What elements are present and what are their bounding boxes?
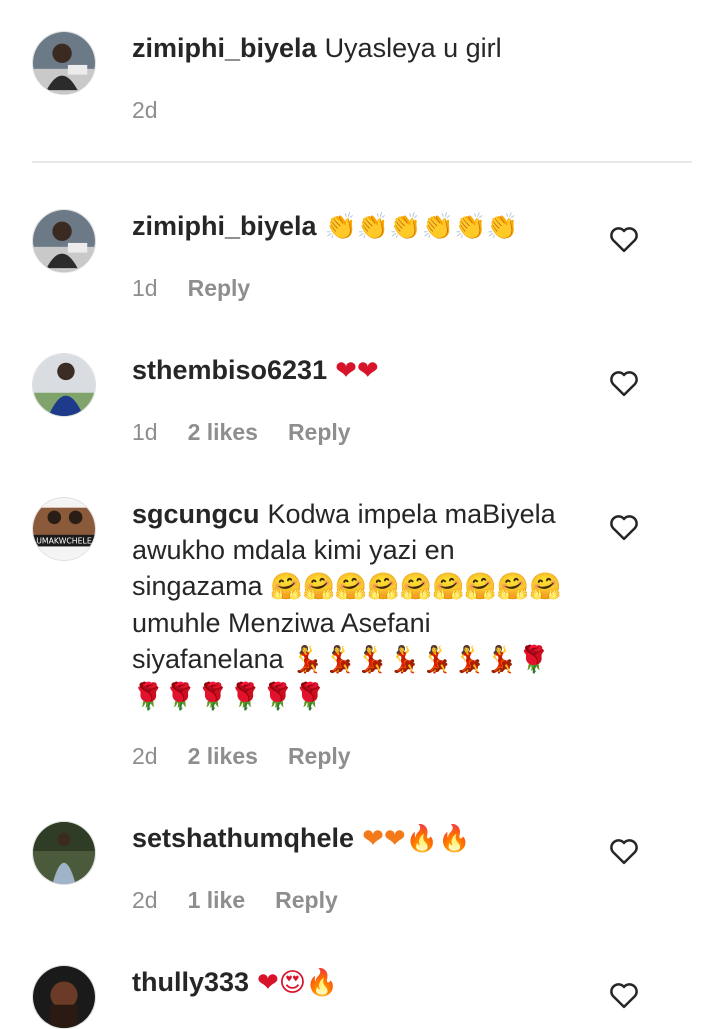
comment-username[interactable]: sthembiso6231 [132, 355, 327, 385]
comment-username[interactable]: zimiphi_biyela [132, 211, 317, 241]
likes-count[interactable]: 1 like [188, 887, 246, 914]
heart-outline-icon[interactable] [609, 981, 639, 1009]
comment-time: 2d [132, 887, 158, 913]
comment-text-block: setshathumqhele ❤❤🔥🔥 [132, 820, 572, 857]
comment-meta: 1d 2 likes Reply [132, 419, 351, 446]
heart-outline-icon[interactable] [609, 513, 639, 541]
likes-count[interactable]: 2 likes [188, 419, 258, 446]
reply-button[interactable]: Reply [288, 419, 351, 446]
heart-outline-icon[interactable] [609, 837, 639, 865]
heart-outline-icon[interactable] [609, 369, 639, 397]
likes-count[interactable]: 2 likes [188, 743, 258, 770]
avatar[interactable] [32, 353, 96, 417]
comment-text-block: zimiphi_biyela 👏👏👏👏👏👏 [132, 208, 572, 245]
comment-meta: 2d [132, 97, 158, 124]
comment-username[interactable]: sgcungcu [132, 499, 260, 529]
comment-emoji: ❤😍🔥 [257, 968, 339, 998]
avatar[interactable] [32, 209, 96, 273]
divider [32, 161, 692, 163]
avatar[interactable]: UMAKWCHELE [32, 497, 96, 561]
comment-emoji: 🤗🤗🤗🤗🤗🤗🤗🤗🤗 [270, 572, 562, 602]
comment-text: Uyasleya u girl [324, 33, 502, 63]
comment-time: 2d [132, 743, 158, 769]
comment-meta: 2d 1 like Reply [132, 887, 338, 914]
avatar[interactable] [32, 821, 96, 885]
avatar[interactable] [32, 965, 96, 1029]
avatar[interactable] [32, 31, 96, 95]
reply-button[interactable]: Reply [188, 275, 251, 302]
comment-username[interactable]: zimiphi_biyela [132, 33, 317, 63]
comment-meta: 2d 2 likes Reply [132, 743, 351, 770]
comment-meta: 1d Reply [132, 275, 250, 302]
comment-username[interactable]: setshathumqhele [132, 823, 354, 853]
caption-text-block: zimiphi_biyela Uyasleya u girl [132, 30, 572, 66]
comment-emoji: ❤❤🔥🔥 [362, 824, 471, 854]
heart-outline-icon[interactable] [609, 225, 639, 253]
avatar-caption: UMAKWCHELE [36, 537, 92, 546]
reply-button[interactable]: Reply [275, 887, 338, 914]
comment-text-block: sthembiso6231 ❤❤ [132, 352, 572, 389]
comment-text-block: thully333 ❤😍🔥 [132, 964, 572, 1001]
comment-username[interactable]: thully333 [132, 967, 249, 997]
reply-button[interactable]: Reply [288, 743, 351, 770]
comment-emoji: 👏👏👏👏👏👏 [324, 212, 519, 242]
comment-emoji: ❤❤ [335, 356, 379, 386]
comment-time: 2d [132, 97, 158, 123]
comment-text-block: sgcungcu Kodwa impela maBiyela awukho mda… [132, 496, 572, 715]
comment-time: 1d [132, 419, 158, 445]
comment-time: 1d [132, 275, 158, 301]
